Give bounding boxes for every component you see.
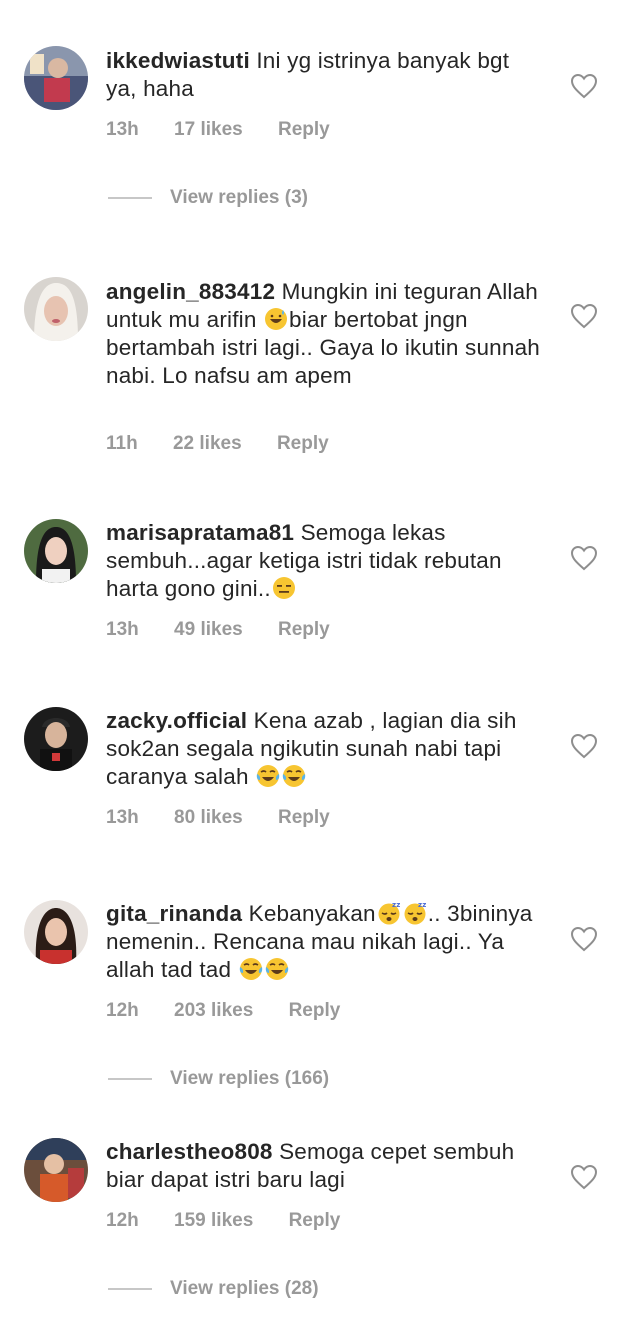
avatar[interactable] [24,519,88,583]
avatar[interactable] [24,707,88,771]
comment-text: charlestheo808 Semoga cepet sembuh biar … [106,1138,546,1194]
view-replies-button[interactable]: View replies (166) [108,1068,329,1090]
comment-meta: 12h 203 likes Reply [106,1000,370,1022]
heart-outline-icon[interactable] [570,545,598,571]
svg-text:zz: zz [392,901,401,909]
comment-time: 11h [106,433,138,454]
heart-outline-icon[interactable] [570,1164,598,1190]
heart-outline-icon[interactable] [570,303,598,329]
grinning-sweat-emoji-icon [265,308,288,330]
comment-likes[interactable]: 17 likes [174,119,243,140]
comment-username[interactable]: angelin_883412 [106,279,275,304]
replies-divider [108,1287,152,1290]
reply-button[interactable]: Reply [278,619,330,640]
comment-username[interactable]: ikkedwiastuti [106,48,250,73]
reply-button[interactable]: Reply [289,1210,341,1231]
reply-button[interactable]: Reply [278,807,330,828]
comment-meta: 13h 80 likes Reply [106,807,360,829]
avatar[interactable] [24,46,88,110]
comment-text: angelin_883412 Mungkin ini teguran Allah… [106,278,546,390]
tears-of-joy-emoji-icon [256,765,280,787]
comment-time: 12h [106,1000,139,1021]
comment-text: gita_rinanda Kebanyakan zz zz.. 3bininya n… [106,900,546,984]
comment-likes[interactable]: 80 likes [174,807,243,828]
comment-time: 13h [106,619,139,640]
replies-divider [108,1077,152,1080]
comment-meta: 13h 49 likes Reply [106,619,360,641]
comment-username[interactable]: gita_rinanda [106,901,242,926]
expressionless-emoji-icon [272,577,295,599]
tears-of-joy-emoji-icon [265,958,288,980]
view-replies-label: View replies (3) [170,187,308,208]
sleeping-emoji-icon: zz [378,901,401,925]
avatar[interactable] [24,1138,88,1202]
replies-divider [108,196,152,199]
comment-meta: 12h 159 likes Reply [106,1210,370,1232]
comment-username[interactable]: marisapratama81 [106,520,294,545]
comment-likes[interactable]: 22 likes [173,433,242,454]
avatar[interactable] [24,277,88,341]
comment-likes[interactable]: 203 likes [174,1000,253,1021]
comment-time: 13h [106,807,139,828]
comment-likes[interactable]: 159 likes [174,1210,253,1231]
comment-username[interactable]: zacky.official [106,708,247,733]
heart-outline-icon[interactable] [570,926,598,952]
tears-of-joy-emoji-icon [239,958,262,980]
comment-likes[interactable]: 49 likes [174,619,243,640]
comment-username[interactable]: charlestheo808 [106,1139,273,1164]
reply-button[interactable]: Reply [277,433,329,454]
comment-meta: 13h 17 likes Reply [106,119,360,141]
comment-text: marisapratama81 Semoga lekas sembuh...ag… [106,519,546,603]
tears-of-joy-emoji-icon [282,765,306,787]
heart-outline-icon[interactable] [570,733,598,759]
avatar[interactable] [24,900,88,964]
comment-time: 13h [106,119,139,140]
sleeping-emoji-icon: zz [404,901,427,925]
comment-meta: 11h 22 likes Reply [106,433,359,455]
view-replies-label: View replies (28) [170,1278,319,1299]
view-replies-button[interactable]: View replies (3) [108,187,308,209]
view-replies-button[interactable]: View replies (28) [108,1278,319,1300]
comment-text: ikkedwiastuti Ini yg istrinya banyak bgt… [106,47,546,103]
reply-button[interactable]: Reply [278,119,330,140]
comment-text: zacky.official Kena azab , lagian dia si… [106,707,546,791]
view-replies-label: View replies (166) [170,1068,330,1089]
svg-text:zz: zz [418,901,427,909]
reply-button[interactable]: Reply [289,1000,341,1021]
heart-outline-icon[interactable] [570,73,598,99]
comment-time: 12h [106,1210,139,1231]
